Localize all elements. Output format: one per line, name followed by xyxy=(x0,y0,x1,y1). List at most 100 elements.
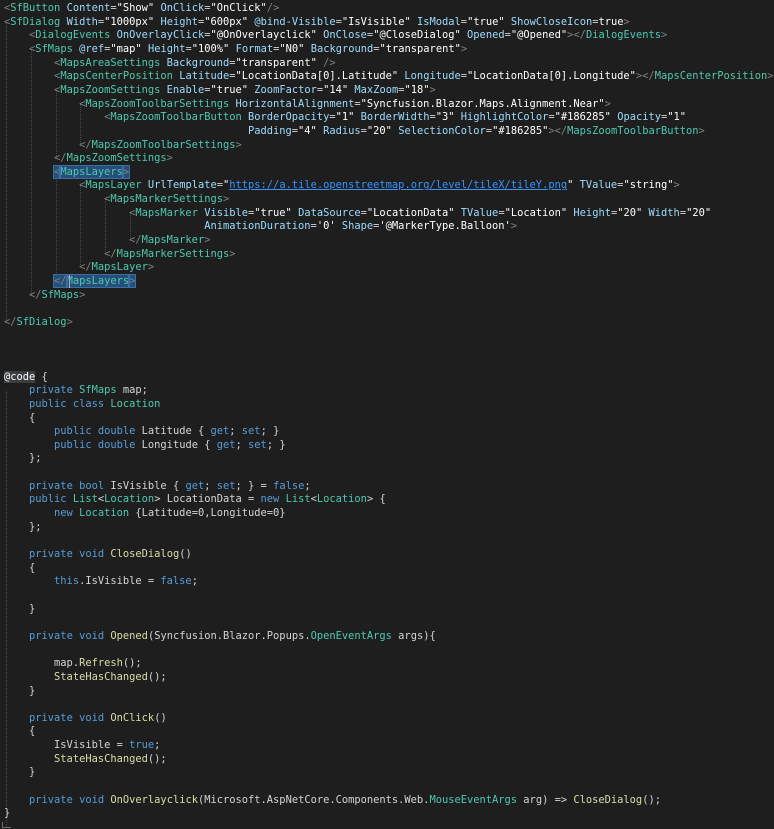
code-token: CloseDialog xyxy=(573,793,643,806)
code-line: private SfMaps map; xyxy=(4,384,148,397)
code-token: Longitude { xyxy=(135,438,217,451)
code-line: </SfDialog> xyxy=(4,316,73,329)
code-token: '@MarkerType.Balloon' xyxy=(379,220,511,233)
code-token: Format xyxy=(235,42,274,55)
code-token: set xyxy=(241,425,261,438)
code-token: "transparent" xyxy=(379,42,461,55)
code-token: MapsZoomSettings xyxy=(66,152,167,165)
code-token: "Syncfusion.Blazor.Maps.Alignment.Near" xyxy=(360,97,605,110)
code-token: public xyxy=(54,425,92,438)
code-token: MapsZoomToolbarButton xyxy=(567,124,699,137)
code-token: List xyxy=(285,493,311,506)
code-token: > xyxy=(604,97,611,110)
code-token: SfButton xyxy=(10,2,61,14)
code-token: Shape xyxy=(341,220,374,233)
code-token: DialogEvents xyxy=(35,29,111,42)
code-editor[interactable]: <SfButton Content="Show" OnClick="OnClic… xyxy=(0,0,774,829)
code-token: SfDialog xyxy=(10,15,61,28)
code-token: "@CloseDialog" xyxy=(373,29,461,42)
code-line: </MapsMarker> xyxy=(4,234,210,247)
code-line: { xyxy=(4,562,35,575)
code-token: args){ xyxy=(391,629,436,642)
code-token: </ xyxy=(53,274,68,288)
code-token: MapsAreaSettings xyxy=(60,56,161,69)
code-token: "14" xyxy=(323,83,349,96)
code-token: ; } xyxy=(260,425,280,438)
code-token: IsModal xyxy=(417,15,461,28)
code-line: IsVisible = true; xyxy=(4,739,160,752)
code-token: "1" xyxy=(667,111,687,124)
code-token: Height xyxy=(147,42,186,55)
code-token: get xyxy=(216,438,236,451)
code-line: { xyxy=(4,725,35,738)
code-line: </MapsLayer> xyxy=(4,261,154,274)
code-line: public double Latitude { get; set; } xyxy=(4,425,279,438)
code-token: (); xyxy=(147,752,167,765)
code-token: .IsVisible = xyxy=(79,575,161,588)
code-line: StateHasChanged(); xyxy=(4,753,167,766)
code-token: > { xyxy=(366,493,386,506)
code-token: @bind-Visible xyxy=(254,15,336,28)
code-line: <MapsMarker Visible="true" DataSource="L… xyxy=(4,207,711,220)
code-token: { xyxy=(4,725,36,738)
code-token: Opened xyxy=(110,629,148,642)
code-token: Visible xyxy=(204,206,249,219)
code-token: "20" xyxy=(366,124,392,137)
code-token: > xyxy=(147,261,155,274)
code-token: "N0" xyxy=(279,42,305,55)
code-token: ; } = xyxy=(235,479,274,492)
code-line: } xyxy=(4,685,35,698)
code-line: </MapsZoomToolbarSettings> xyxy=(4,139,242,152)
code-token: MapsZoomToolbarButton xyxy=(110,111,242,124)
code-token: "true" xyxy=(210,83,249,96)
code-token: { xyxy=(35,370,48,383)
code-token: MapsZoomSettings xyxy=(60,83,161,96)
code-token: DataSource xyxy=(298,206,361,219)
code-token: class xyxy=(72,397,105,410)
code-line: private bool IsVisible { get; set; } = f… xyxy=(4,480,311,493)
code-token: Location xyxy=(104,493,155,506)
code-token: "IsVisible" xyxy=(341,15,411,28)
code-token: > xyxy=(166,152,173,165)
code-token: ; } xyxy=(266,438,286,451)
fold-indicator xyxy=(2,822,11,828)
code-token: MapsLayer xyxy=(91,261,148,274)
code-token: MapsMarkerSettings xyxy=(116,247,230,260)
code-token: > LocationData = xyxy=(154,493,261,506)
code-line: public List<Location> LocationData = new… xyxy=(4,493,386,506)
code-token: "LocationData[0].Longitude" xyxy=(467,70,636,83)
code-token: > xyxy=(661,29,668,42)
code-token: "3" xyxy=(435,111,455,124)
code-token: ; xyxy=(235,438,249,451)
code-token: > xyxy=(767,70,774,83)
code-line: <MapsZoomToolbarButton BorderOpacity="1"… xyxy=(4,111,686,124)
code-token: TValue xyxy=(579,179,618,192)
code-token: Background xyxy=(310,42,374,55)
code-token: true xyxy=(598,15,624,28)
code-line: <MapsZoomSettings Enable="true" ZoomFact… xyxy=(4,84,436,97)
code-token: "LocationData[0].Latitude" xyxy=(235,70,399,83)
code-token: SfDialog xyxy=(16,315,67,328)
code-token: > xyxy=(79,288,86,301)
code-line: <SfButton Content="Show" OnClick="OnClic… xyxy=(4,2,279,15)
code-line: }; xyxy=(4,521,42,534)
code-token: }; xyxy=(4,452,42,465)
code-token: /> xyxy=(266,2,280,14)
code-token: List xyxy=(72,493,98,506)
code-token: HorizontalAlignment xyxy=(235,97,355,110)
code-token: void xyxy=(79,548,105,560)
code-token: arg) => xyxy=(517,793,574,806)
code-line: <MapsCenterPosition Latitude="LocationDa… xyxy=(4,70,774,83)
code-token: Location xyxy=(110,397,161,410)
